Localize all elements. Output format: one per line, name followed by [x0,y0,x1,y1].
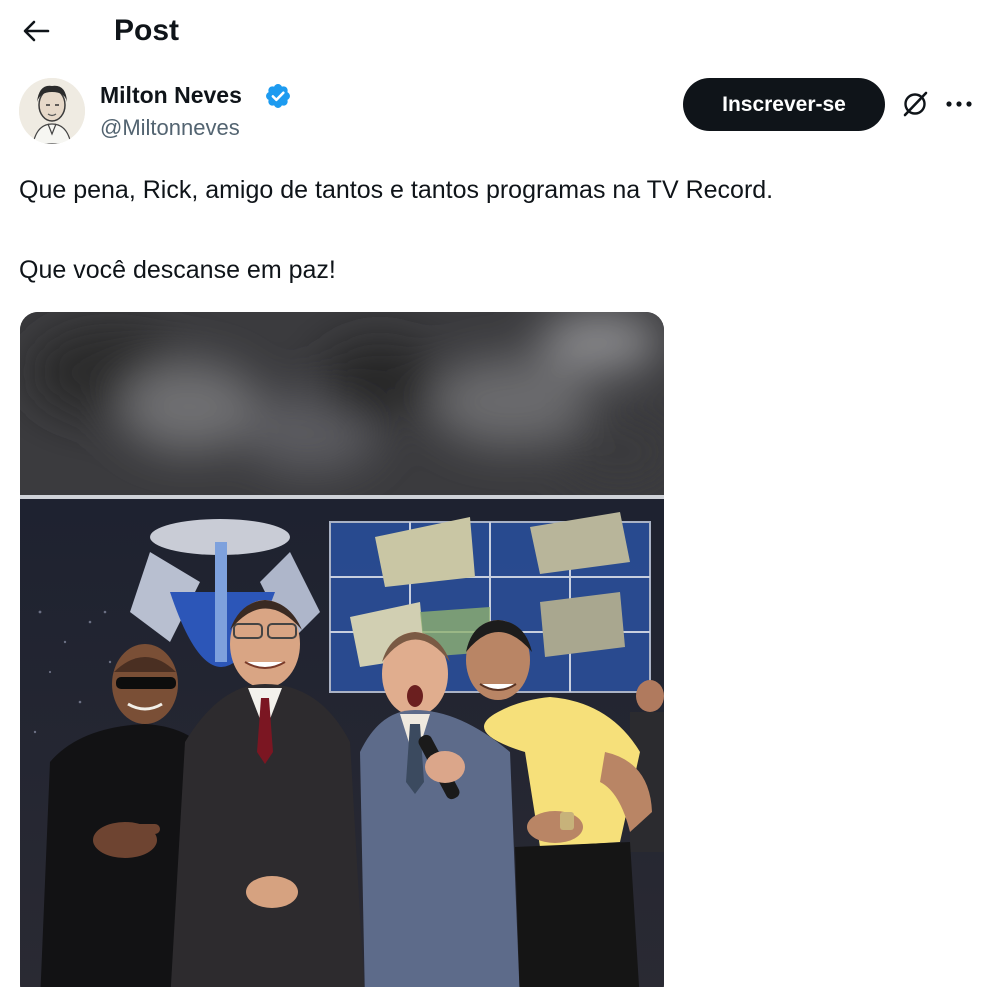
more-options-button[interactable] [940,86,978,122]
avatar-image [19,78,85,144]
verified-badge-icon [266,84,290,108]
photo-illustration [20,312,664,987]
arrow-left-icon [23,20,50,42]
post-text: Que pena, Rick, amigo de tantos e tantos… [19,172,949,288]
grok-icon [903,91,928,117]
header-bar: Post [0,0,984,62]
author-handle[interactable]: @Miltonneves [100,114,240,142]
subscribe-button[interactable]: Inscrever-se [683,78,885,131]
post-paragraph: Que pena, Rick, amigo de tantos e tantos… [19,176,774,204]
back-button[interactable] [14,11,58,51]
page-title: Post [114,14,180,47]
grok-button[interactable] [897,86,933,122]
more-horizontal-icon [946,101,972,107]
post-photo[interactable] [20,312,664,987]
author-name[interactable]: Milton Neves [100,80,242,110]
avatar[interactable] [19,78,85,144]
post-paragraph: Que você descanse em paz! [19,256,336,284]
